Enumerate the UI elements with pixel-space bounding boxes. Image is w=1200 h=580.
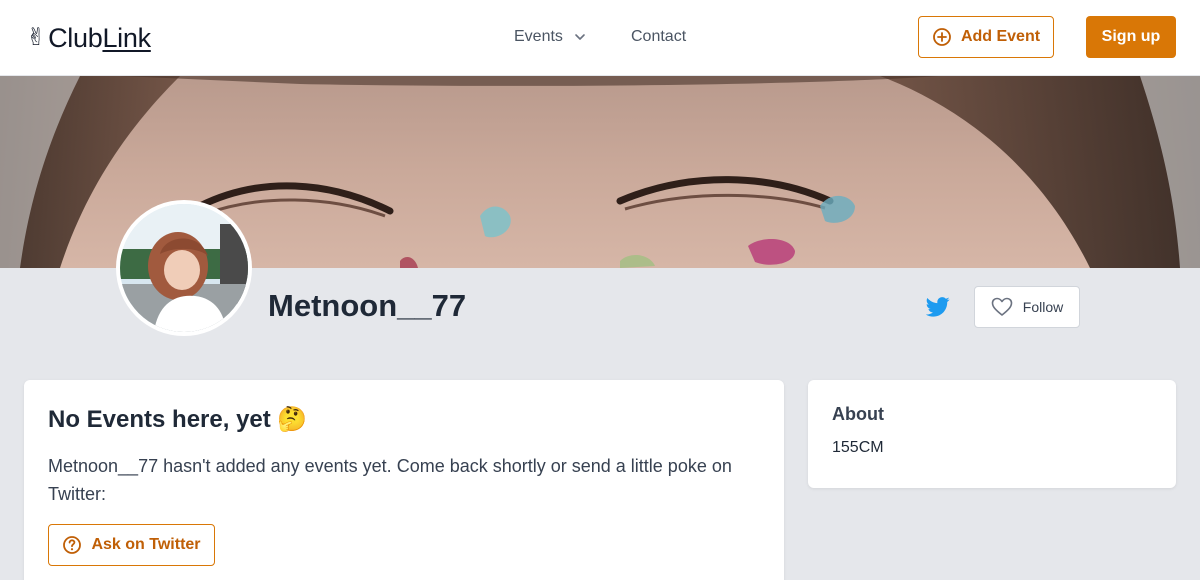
profile-avatar (116, 200, 252, 336)
nav-events-label: Events (514, 28, 563, 45)
events-card: No Events here, yet 🤔 Metnoon__77 hasn't… (24, 380, 784, 580)
follow-button[interactable]: Follow (974, 286, 1080, 328)
add-event-label: Add Event (960, 28, 1041, 45)
twitter-bird-icon (925, 297, 950, 317)
about-text: 155CM (832, 439, 884, 456)
nav-contact-link[interactable]: Contact (631, 26, 686, 48)
follow-label: Follow (1022, 299, 1064, 315)
logo-text-underlined: Link (102, 22, 151, 53)
plus-circle-icon (933, 28, 951, 46)
heart-icon (991, 297, 1013, 316)
clublink-logo[interactable]: ✌ ClubLink (26, 20, 151, 56)
question-circle-icon (63, 536, 82, 554)
chevron-down-icon (575, 34, 585, 40)
nav-events-dropdown[interactable]: Events (514, 26, 587, 48)
profile-username: Metnoon__77 (268, 288, 467, 323)
logo-text: ClubLink (48, 23, 151, 54)
events-empty-title: No Events here, yet 🤔 (48, 406, 308, 433)
avatar-image (120, 204, 248, 332)
logo-text-plain: Club (48, 22, 103, 53)
twitter-profile-link[interactable] (925, 296, 950, 318)
ask-on-twitter-button[interactable]: Ask on Twitter (48, 524, 215, 566)
about-card: About 155CM (808, 380, 1176, 488)
top-navbar: ✌ ClubLink Events Contact Add Event Sign… (0, 0, 1200, 76)
sign-up-button[interactable]: Sign up (1086, 16, 1176, 58)
about-title: About (832, 404, 884, 424)
victory-hand-icon: ✌ (26, 24, 47, 51)
ask-on-twitter-label: Ask on Twitter (91, 536, 201, 553)
events-empty-message: Metnoon__77 hasn't added any events yet.… (48, 456, 732, 504)
add-event-button[interactable]: Add Event (918, 16, 1054, 58)
